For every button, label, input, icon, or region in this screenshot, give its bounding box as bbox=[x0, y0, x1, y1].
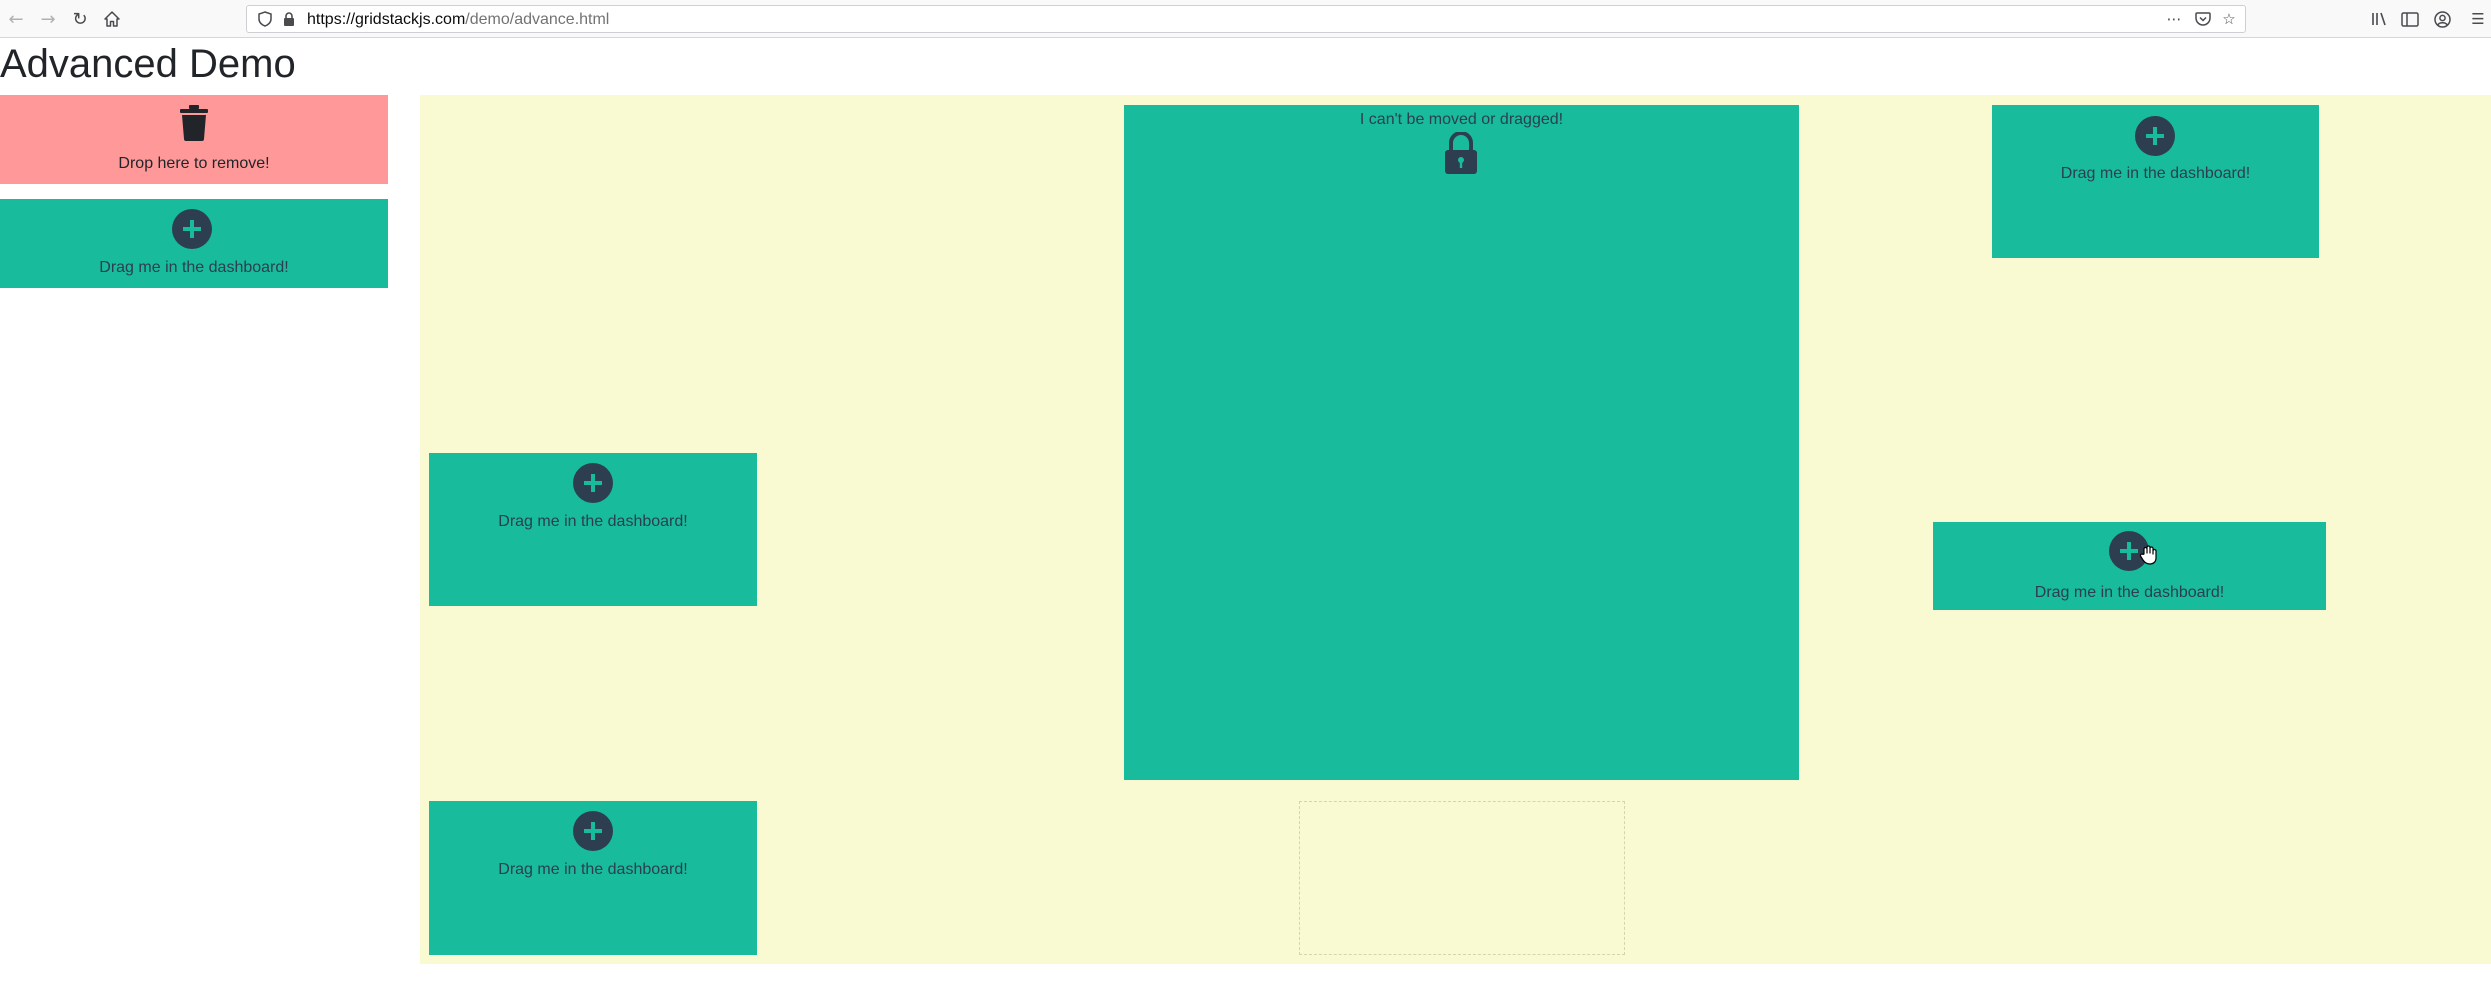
account-button[interactable] bbox=[2430, 7, 2454, 31]
star-icon: ☆ bbox=[2222, 10, 2236, 28]
plus-circle-icon bbox=[573, 811, 613, 851]
trash-drop-zone[interactable]: Drop here to remove! bbox=[0, 95, 388, 184]
forward-arrow-icon: → bbox=[40, 8, 56, 30]
url-host: https://gridstackjs.com bbox=[307, 11, 466, 28]
widget-label: Drag me in the dashboard! bbox=[99, 259, 289, 276]
grab-cursor-icon bbox=[2139, 545, 2157, 565]
browser-toolbar: ← → ↻ https://gridstackjs.com/demo/advan… bbox=[0, 0, 2491, 38]
plus-circle-icon bbox=[172, 209, 212, 249]
sidebar-new-widget[interactable]: Drag me in the dashboard! bbox=[0, 199, 388, 288]
tracking-shield-icon[interactable] bbox=[257, 9, 273, 29]
menu-button[interactable]: ☰ bbox=[2466, 7, 2490, 31]
bookmark-button[interactable]: ☆ bbox=[2219, 9, 2239, 29]
url-text[interactable]: https://gridstackjs.com/demo/advance.htm… bbox=[307, 10, 609, 30]
plus-circle-icon bbox=[2135, 116, 2175, 156]
widget-label: Drag me in the dashboard! bbox=[498, 513, 688, 530]
plus-circle-icon bbox=[573, 463, 613, 503]
grid-stack[interactable]: I can't be moved or dragged! Drag me in … bbox=[420, 95, 2491, 964]
padlock-icon[interactable] bbox=[281, 9, 297, 29]
sidebar-button[interactable] bbox=[2398, 7, 2422, 31]
drop-placeholder bbox=[1299, 801, 1625, 955]
library-button[interactable] bbox=[2368, 7, 2392, 31]
page-title: Advanced Demo bbox=[0, 42, 296, 86]
account-icon bbox=[2433, 10, 2451, 28]
url-bar[interactable]: https://gridstackjs.com/demo/advance.htm… bbox=[246, 5, 2246, 33]
ellipsis-icon: ⋯ bbox=[2166, 10, 2182, 28]
library-icon bbox=[2372, 12, 2386, 26]
reload-button[interactable]: ↻ bbox=[66, 5, 94, 33]
grid-widget[interactable]: Drag me in the dashboard! bbox=[429, 801, 757, 955]
pocket-icon bbox=[2195, 11, 2211, 26]
back-arrow-icon: ← bbox=[8, 8, 24, 30]
url-path: /demo/advance.html bbox=[465, 11, 610, 28]
grid-widget[interactable]: Drag me in the dashboard! bbox=[1992, 105, 2319, 258]
grid-widget[interactable]: Drag me in the dashboard! bbox=[429, 453, 757, 606]
pocket-button[interactable] bbox=[2193, 9, 2213, 29]
hamburger-menu-icon: ☰ bbox=[2471, 10, 2485, 28]
trash-label: Drop here to remove! bbox=[118, 155, 270, 172]
widget-label: Drag me in the dashboard! bbox=[498, 861, 688, 878]
home-button[interactable] bbox=[98, 5, 126, 33]
sidebar-icon bbox=[2401, 11, 2419, 27]
dragging-widget[interactable]: Drag me in the dashboard! bbox=[1933, 522, 2326, 610]
widget-label: Drag me in the dashboard! bbox=[2034, 584, 2225, 601]
reload-icon: ↻ bbox=[72, 8, 88, 30]
page-actions-button[interactable]: ⋯ bbox=[2163, 9, 2185, 29]
forward-button[interactable]: → bbox=[34, 5, 62, 33]
trash-icon bbox=[180, 105, 208, 141]
lock-icon bbox=[1445, 132, 1477, 174]
locked-widget: I can't be moved or dragged! bbox=[1124, 105, 1799, 780]
locked-widget-label: I can't be moved or dragged! bbox=[1359, 111, 1564, 128]
back-button[interactable]: ← bbox=[2, 5, 30, 33]
home-icon bbox=[104, 11, 120, 27]
widget-label: Drag me in the dashboard! bbox=[2060, 165, 2251, 182]
